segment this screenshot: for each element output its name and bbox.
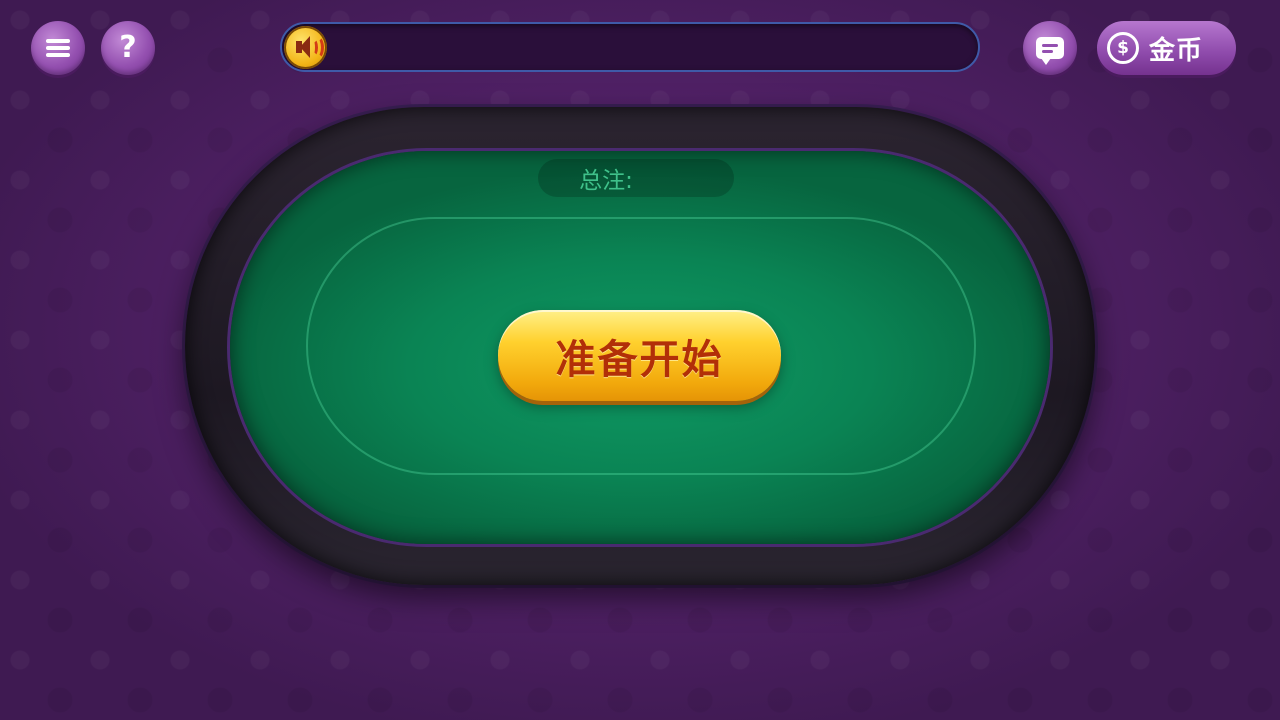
ready-start-button[interactable]: 准备开始 bbox=[498, 310, 781, 401]
notice-bar bbox=[280, 22, 980, 72]
ready-start-label: 准备开始 bbox=[555, 336, 724, 383]
speaker-icon[interactable] bbox=[284, 26, 327, 69]
chat-icon bbox=[1036, 37, 1064, 65]
help-button[interactable]: ? bbox=[101, 21, 155, 75]
help-icon: ? bbox=[119, 30, 137, 65]
menu-icon bbox=[46, 39, 70, 57]
coin-button[interactable]: $ 金币 bbox=[1097, 21, 1236, 75]
coin-label: 金币 bbox=[1149, 35, 1204, 66]
total-bet-label: 总注: bbox=[579, 168, 633, 194]
total-bet-display: 总注: bbox=[538, 159, 734, 197]
menu-button[interactable] bbox=[31, 21, 85, 75]
dollar-coin-icon: $ bbox=[1107, 32, 1139, 64]
chat-button[interactable] bbox=[1023, 21, 1077, 75]
